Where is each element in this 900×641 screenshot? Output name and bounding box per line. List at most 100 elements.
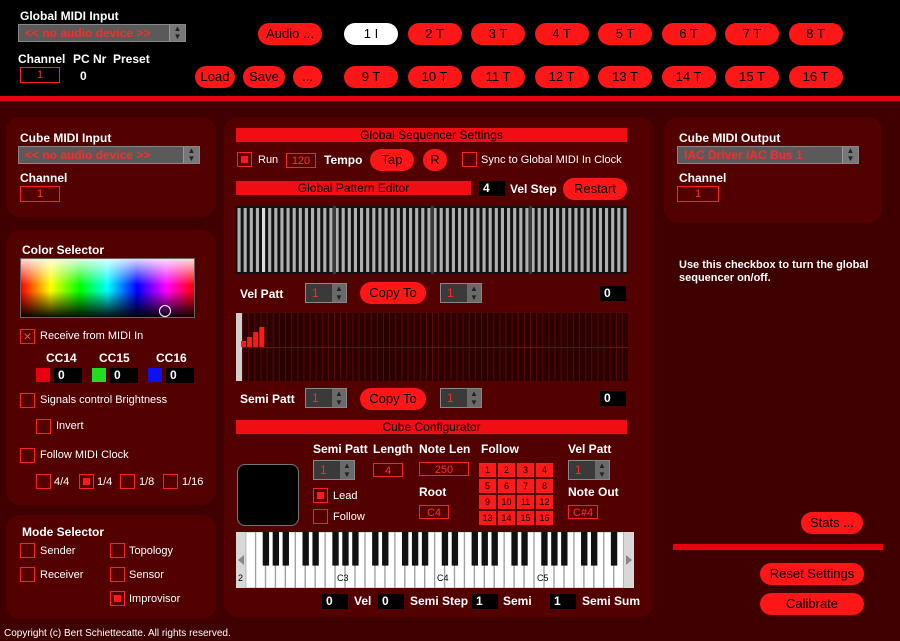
preset-button-8[interactable]: 8 T (788, 23, 843, 45)
more-button[interactable]: ... (293, 66, 322, 88)
preset-button-15[interactable]: 15 T (725, 66, 779, 88)
semitone-pattern-grid[interactable] (236, 313, 628, 381)
vel-step-bar[interactable] (513, 208, 517, 272)
velocity-pattern-grid[interactable] (236, 206, 628, 274)
black-key[interactable] (312, 532, 319, 566)
vel-step-bar[interactable] (360, 208, 364, 272)
black-key[interactable] (382, 532, 389, 566)
follow-cell[interactable]: 10 (498, 495, 515, 509)
vel-step-bar[interactable] (304, 208, 308, 272)
vel-step-bar[interactable] (543, 208, 547, 272)
semi-step-bar[interactable] (241, 341, 246, 347)
cc15-value[interactable]: 0 (110, 368, 138, 383)
vel-step-bar[interactable] (311, 208, 315, 272)
vel-step-bar[interactable] (292, 208, 296, 272)
load-button[interactable]: Load (195, 66, 235, 88)
follow-cell[interactable]: 1 (479, 463, 496, 477)
preset-button-3[interactable]: 3 T (471, 23, 525, 45)
cube-in-channel-field[interactable]: 1 (20, 186, 60, 202)
receive-midi-checkbox[interactable]: × (20, 329, 35, 344)
vel-step-bar[interactable] (445, 208, 449, 272)
stats-button[interactable]: Stats ... (801, 512, 863, 534)
vel-step-bar[interactable] (488, 208, 492, 272)
vel-step-bar[interactable] (562, 208, 566, 272)
vel-step-bar[interactable] (525, 208, 529, 272)
calibrate-button[interactable]: Calibrate (760, 593, 864, 615)
vel-step-bar[interactable] (317, 208, 321, 272)
improvisor-checkbox[interactable] (110, 591, 125, 606)
note-len-field[interactable]: 250 (419, 462, 469, 476)
vel-step-bar[interactable] (605, 208, 609, 272)
follow-checkbox[interactable] (313, 509, 328, 524)
semi-patt-b-select[interactable]: 1 ▲ ▼ (440, 388, 482, 408)
vel-step-bar[interactable] (464, 208, 468, 272)
vel-step-bar[interactable] (458, 208, 462, 272)
lead-checkbox[interactable] (313, 488, 328, 503)
vel-step-bar[interactable] (574, 208, 578, 272)
preset-button-7[interactable]: 7 T (725, 23, 779, 45)
vel-patt-b-select[interactable]: 1 ▲ ▼ (440, 283, 482, 303)
vel-step-bar[interactable] (519, 208, 523, 272)
vel-step-bar[interactable] (237, 208, 241, 272)
follow-cell[interactable]: 6 (498, 479, 515, 493)
restart-button[interactable]: Restart (563, 178, 627, 200)
black-key[interactable] (262, 532, 270, 566)
vel-step-bar[interactable] (268, 208, 272, 272)
tempo-field[interactable]: 120 (286, 153, 316, 168)
preset-button-6[interactable]: 6 T (661, 23, 716, 45)
cube-out-channel-field[interactable]: 1 (677, 186, 719, 202)
piano-keyboard[interactable] (236, 532, 634, 588)
black-key[interactable] (411, 532, 419, 566)
semi-value-field[interactable]: 0 (600, 391, 626, 406)
preset-button-5[interactable]: 5 T (598, 23, 652, 45)
vel-step-bar[interactable] (341, 208, 345, 272)
follow-cell[interactable]: 7 (517, 479, 534, 493)
vel-step-bar[interactable] (568, 208, 572, 272)
black-key[interactable] (372, 532, 379, 566)
black-key[interactable] (471, 532, 478, 566)
global-midi-device-select[interactable]: << no audio device >> ▲ ▼ (18, 24, 186, 42)
vel-step-bar[interactable] (592, 208, 596, 272)
vel-step-bar[interactable] (482, 208, 486, 272)
vel-step-bar[interactable] (249, 208, 253, 272)
vel-step-bar[interactable] (384, 208, 388, 272)
audio-button[interactable]: Audio ... (258, 23, 322, 45)
vel-step-bar[interactable] (366, 208, 370, 272)
vel-step-bar[interactable] (402, 208, 406, 272)
vel-step-bar[interactable] (323, 208, 327, 272)
tap-button[interactable]: Tap (370, 149, 414, 171)
semi-step-bar[interactable] (247, 337, 253, 347)
preset-button-4[interactable]: 4 T (534, 23, 589, 45)
vel-step-bar[interactable] (427, 208, 431, 272)
semi-patt-a-select[interactable]: 1 ▲ ▼ (305, 388, 347, 408)
black-key[interactable] (282, 532, 289, 566)
div-1-8-checkbox[interactable] (120, 474, 135, 489)
vel-step-bar[interactable] (439, 208, 443, 272)
preset-button-10[interactable]: 10 T (407, 66, 462, 88)
vel-step-bar[interactable] (500, 208, 504, 272)
root-field[interactable]: C4 (419, 505, 449, 519)
follow-cell[interactable]: 14 (498, 511, 515, 525)
black-key[interactable] (421, 532, 429, 566)
follow-cell[interactable]: 12 (536, 495, 553, 509)
semi-step-bar[interactable] (259, 327, 265, 347)
cube-midi-input-select[interactable]: << no audio device >> ▲ ▼ (18, 146, 200, 164)
black-key[interactable] (441, 532, 449, 566)
follow-cell[interactable]: 16 (536, 511, 553, 525)
vel-step-bar[interactable] (243, 208, 247, 272)
vel-step-bar[interactable] (580, 208, 584, 272)
black-key[interactable] (590, 532, 598, 566)
black-key[interactable] (302, 532, 309, 566)
black-key[interactable] (451, 532, 459, 566)
vel-step-bar[interactable] (556, 208, 560, 272)
vel-step-bar[interactable] (549, 208, 553, 272)
black-key[interactable] (401, 532, 409, 566)
vel-step-bar[interactable] (396, 208, 400, 272)
vel-step-bar[interactable] (390, 208, 394, 272)
follow-cell[interactable]: 15 (517, 511, 534, 525)
vel-step-bar[interactable] (298, 208, 302, 272)
global-channel-field[interactable]: 1 (20, 67, 60, 83)
run-checkbox[interactable] (237, 152, 252, 167)
vel-step-bar[interactable] (286, 208, 290, 272)
save-button[interactable]: Save (243, 66, 285, 88)
